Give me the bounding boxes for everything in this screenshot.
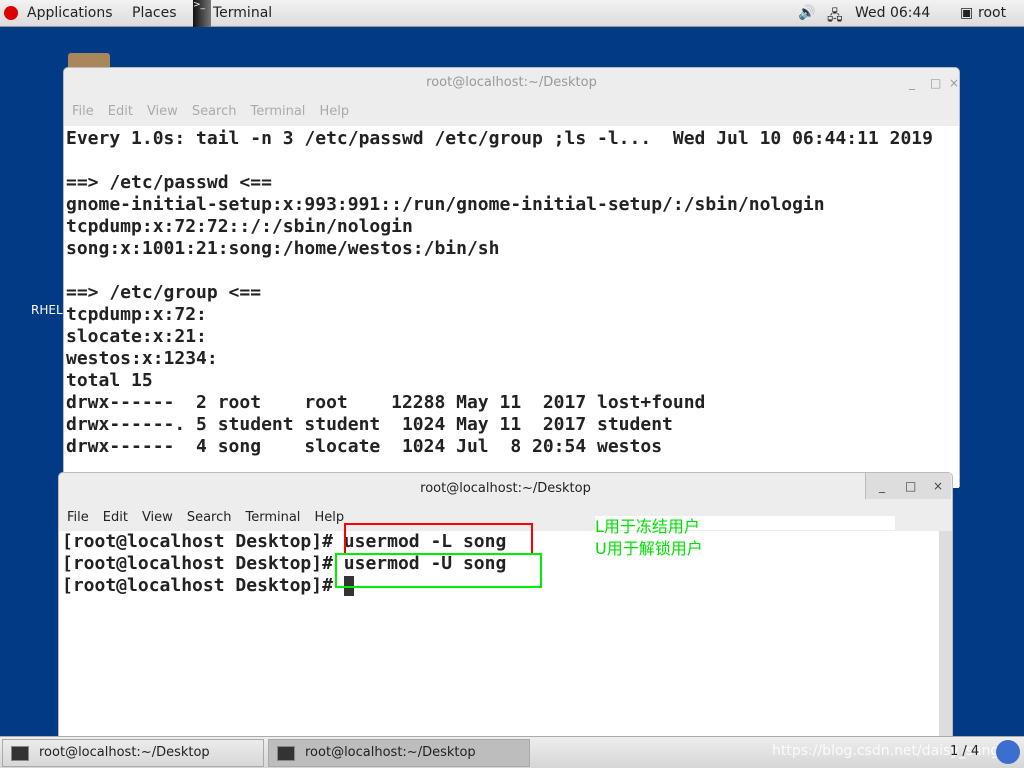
terminal-line: ==> /etc/passwd <== [66, 172, 272, 193]
terminal-line: slocate:x:21: [66, 326, 207, 347]
network-icon[interactable]: 🖧 [827, 5, 843, 29]
scrollbar[interactable] [939, 531, 952, 737]
terminal-line: drwx------. 5 student student 1024 May 1… [66, 414, 673, 435]
terminal-line: Every 1.0s: tail -n 3 /etc/passwd /etc/g… [66, 128, 933, 149]
menu-file[interactable]: File [67, 510, 89, 525]
close-button[interactable]: × [933, 479, 943, 493]
menu-view[interactable]: View [142, 510, 173, 525]
terminal-line: tcpdump:x:72: [66, 304, 207, 325]
top-panel: Applications Places >_ Terminal 🔊 🖧 Wed … [0, 0, 1024, 27]
user-menu[interactable]: root [978, 5, 1006, 21]
menu-search[interactable]: Search [187, 510, 232, 525]
highlight-box-unlock [335, 553, 542, 588]
terminal-line: drwx------ 4 song slocate 1024 Jul 8 20:… [66, 436, 663, 457]
workspace-pager[interactable]: 1 / 4 [950, 744, 979, 759]
menu-bar: File Edit View Search Terminal Help [72, 104, 349, 119]
places-menu[interactable]: Places [132, 5, 177, 21]
notification-icon[interactable] [996, 740, 1020, 764]
taskbar: root@localhost:~/Desktop root@localhost:… [0, 736, 1024, 768]
terminal-window-watch: root@localhost:~/Desktop _ □ × File Edit… [63, 67, 960, 488]
menu-help[interactable]: Help [314, 510, 344, 525]
window-title: root@localhost:~/Desktop [420, 481, 591, 496]
user-icon: ▣ [960, 5, 974, 21]
terminal-app-icon: >_ [193, 0, 211, 27]
menu-terminal[interactable]: Terminal [250, 104, 305, 119]
redhat-logo-icon [4, 6, 18, 20]
applications-menu[interactable]: Applications [27, 5, 113, 21]
menu-view[interactable]: View [147, 104, 178, 119]
terminal-line: total 15 [66, 370, 153, 391]
maximize-button[interactable]: □ [905, 479, 916, 493]
maximize-button[interactable]: □ [930, 76, 941, 90]
desktop-label: RHEL [31, 303, 63, 317]
menu-search[interactable]: Search [192, 104, 237, 119]
terminal-line: tcpdump:x:72:72::/:/sbin/nologin [66, 216, 413, 237]
highlight-box-lock [344, 523, 533, 555]
terminal-line: drwx------ 2 root root 12288 May 11 2017… [66, 392, 706, 413]
terminal-window: root@localhost:~/Desktop _ □ × File Edit… [58, 472, 953, 737]
terminal-output[interactable]: Every 1.0s: tail -n 3 /etc/passwd /etc/g… [64, 126, 959, 488]
minimize-button[interactable]: _ [909, 76, 915, 90]
clock[interactable]: Wed 06:44 [855, 5, 930, 21]
terminal-line: gnome-initial-setup:x:993:991::/run/gnom… [66, 194, 825, 215]
menu-edit[interactable]: Edit [103, 510, 128, 525]
window-title: root@localhost:~/Desktop [426, 75, 597, 90]
menu-bar: File Edit View Search Terminal Help [67, 510, 344, 525]
terminal-line: song:x:1001:21:song:/home/westos:/bin/sh [66, 238, 500, 259]
terminal-line: ==> /etc/group <== [66, 282, 262, 303]
annotation-text: L用于冻结用户 U用于解锁用户 [595, 517, 703, 558]
terminal-line: [root@localhost Desktop]# [62, 575, 354, 597]
close-button[interactable]: × [949, 76, 959, 90]
terminal-line: westos:x:1234: [66, 348, 218, 369]
volume-icon[interactable]: 🔊 [798, 5, 815, 21]
terminal-icon [11, 746, 29, 761]
menu-edit[interactable]: Edit [108, 104, 133, 119]
terminal-icon [277, 746, 295, 761]
task-button[interactable]: root@localhost:~/Desktop [2, 739, 264, 767]
task-button-active[interactable]: root@localhost:~/Desktop [268, 739, 530, 767]
menu-terminal[interactable]: Terminal [245, 510, 300, 525]
menu-file[interactable]: File [72, 104, 94, 119]
menu-help[interactable]: Help [319, 104, 349, 119]
minimize-button[interactable]: _ [879, 479, 885, 493]
terminal-app-menu[interactable]: Terminal [213, 5, 272, 21]
